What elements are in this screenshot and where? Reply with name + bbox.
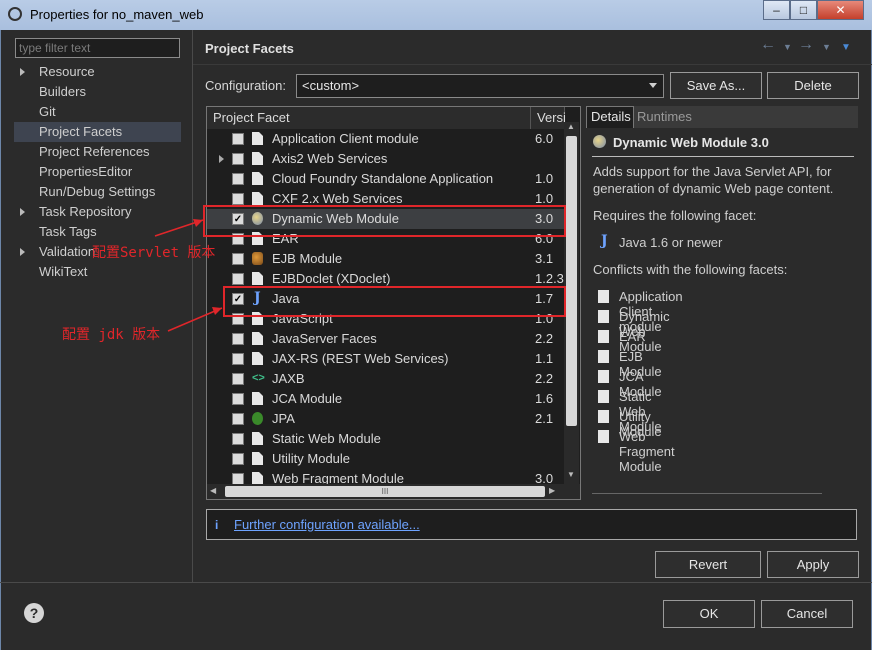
annotation-arrowhead-servlet xyxy=(193,219,203,227)
annotation-arrowhead-jdk xyxy=(212,307,222,315)
annotation-arrows xyxy=(154,219,223,332)
